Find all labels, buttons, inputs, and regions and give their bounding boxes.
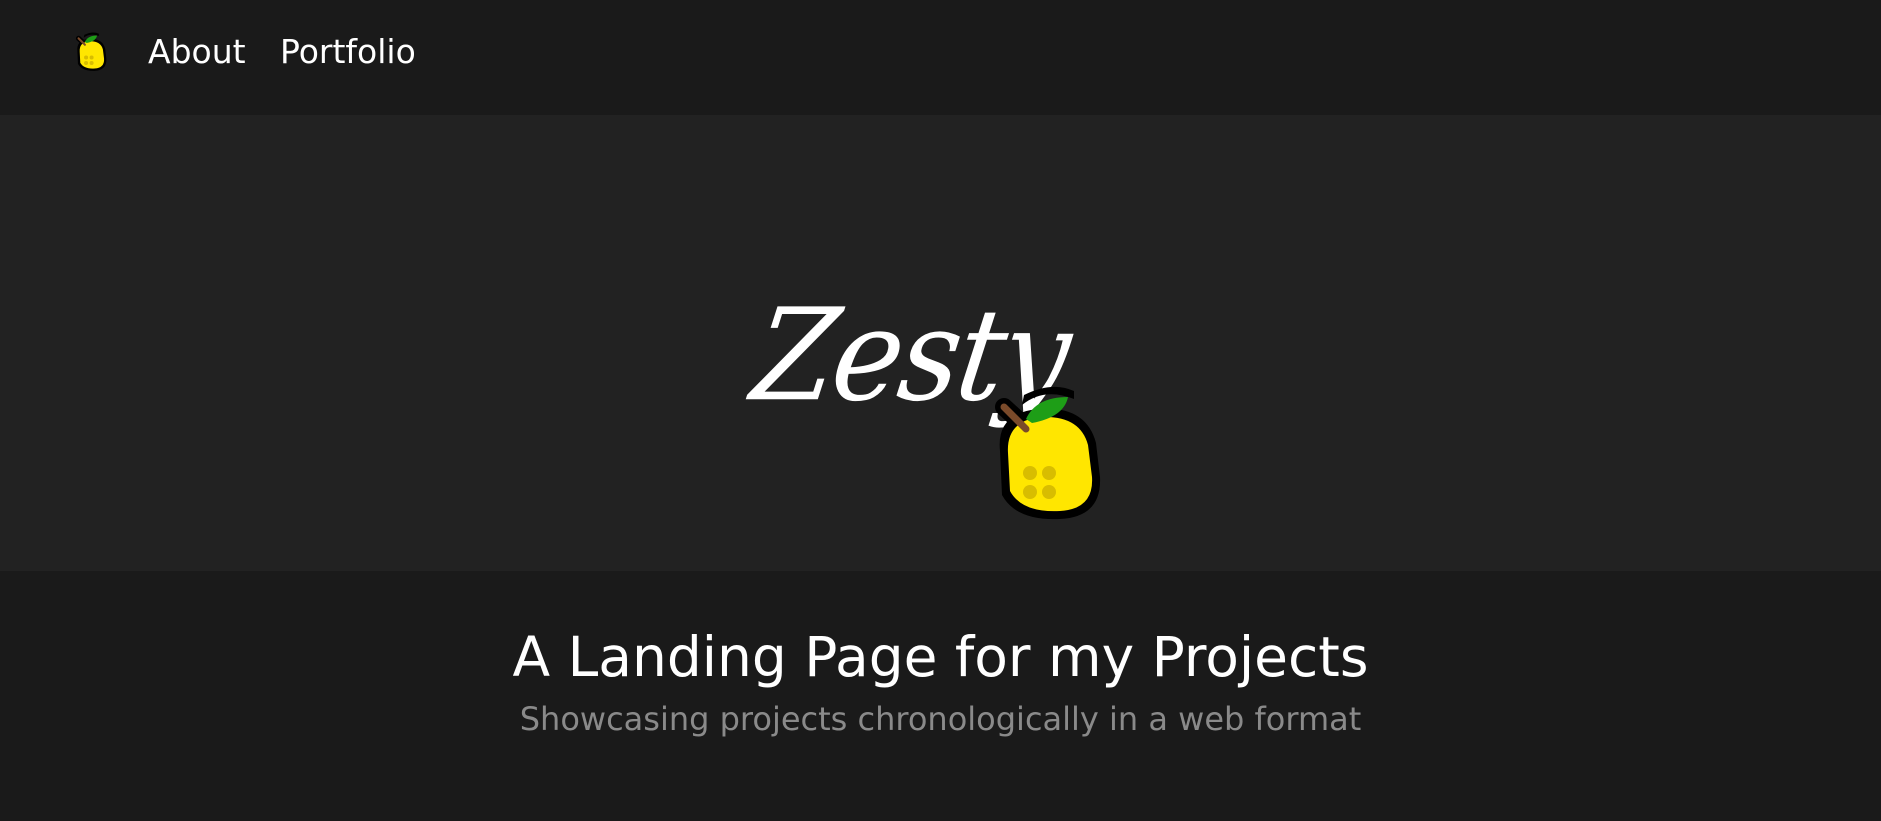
home-logo-link[interactable]: [72, 32, 110, 72]
page-heading: A Landing Page for my Projects: [512, 625, 1369, 689]
nav-link-portfolio[interactable]: Portfolio: [280, 30, 416, 74]
top-navigation-bar: About Portfolio: [0, 0, 1881, 115]
nav-link-about[interactable]: About: [148, 30, 246, 74]
brand-title: Zesty: [744, 280, 1077, 430]
intro-section: A Landing Page for my Projects Showcasin…: [0, 571, 1881, 821]
lemon-icon: [75, 32, 107, 71]
hero-banner: Zesty: [0, 115, 1881, 571]
lemon-icon: [995, 386, 1101, 520]
page-subheading: Showcasing projects chronologically in a…: [519, 700, 1362, 738]
